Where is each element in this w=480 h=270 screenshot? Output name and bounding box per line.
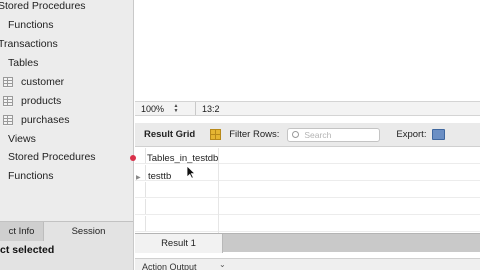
tree-item-stored-procedures[interactable]: Stored Procedures [0, 0, 86, 15]
tree-item-table-products[interactable]: products [3, 92, 61, 110]
tab-label: ct Info [8, 226, 35, 237]
grid-icon[interactable] [210, 129, 222, 140]
tree-item-label: Functions [8, 170, 54, 182]
column-divider [218, 148, 219, 233]
tab-session[interactable]: Session [44, 222, 133, 241]
tree-item-label: Stored Procedures [0, 0, 86, 12]
object-status-text: ct selected [0, 244, 55, 256]
row-gutter [135, 199, 146, 214]
result-grid-label: Result Grid [144, 129, 196, 140]
table-row-empty [135, 182, 480, 198]
table-row-empty [135, 199, 480, 215]
action-output-label[interactable]: Action Output [142, 262, 197, 270]
filter-search-box[interactable] [287, 127, 381, 142]
row-gutter [135, 148, 146, 163]
tree-item-label: Functions [8, 19, 54, 31]
table-cell[interactable]: testtb [148, 171, 171, 182]
error-marker-icon [130, 155, 136, 161]
tab-label: Result 1 [161, 238, 196, 249]
chevron-down-icon: ▼ [173, 107, 179, 114]
table-row-empty [135, 216, 480, 232]
result-tab-bar: Result 1 [135, 233, 480, 253]
sql-editor[interactable] [135, 0, 480, 101]
tree-item-functions[interactable]: Functions [8, 16, 54, 34]
tree-item-stored-procedures-2[interactable]: Stored Procedures [8, 148, 96, 166]
tree-item-label: purchases [21, 114, 70, 126]
row-pointer-icon: ▶ [136, 175, 141, 181]
export-label: Export: [396, 129, 427, 140]
tab-label: Session [71, 226, 106, 237]
row-gutter [135, 216, 146, 231]
tree-item-views[interactable]: Views [8, 130, 36, 148]
table-icon [3, 76, 13, 88]
filter-search-input[interactable] [304, 129, 375, 140]
export-icon[interactable] [432, 129, 446, 140]
result-toolbar: Result Grid Filter Rows: Export: [135, 123, 480, 147]
chevron-down-icon[interactable]: ⌄ [219, 260, 226, 269]
tree-item-label: Tables [8, 57, 39, 69]
zoom-level: 100% [141, 103, 165, 114]
tree-item-table-purchases[interactable]: purchases [3, 111, 69, 129]
action-output-panel: Action Output ⌄ [135, 258, 480, 270]
tree-item-label: Transactions [0, 38, 58, 50]
search-icon [292, 131, 300, 138]
cursor-position: 13:2 [195, 102, 220, 115]
zoom-stepper[interactable]: ▲ ▼ [171, 103, 181, 114]
table-icon [3, 95, 13, 107]
object-info-panel: ct Info Session ct selected [0, 221, 133, 270]
tree-item-functions-2[interactable]: Functions [8, 167, 54, 185]
tree-item-table-customer[interactable]: customer [3, 73, 64, 91]
result-grid[interactable]: Tables_in_testdb [135, 148, 480, 233]
row-gutter [135, 182, 146, 197]
tree-item-transactions[interactable]: Transactions [0, 35, 58, 53]
tab-object-info[interactable]: ct Info [0, 222, 44, 241]
grid-header-row: Tables_in_testdb [135, 148, 480, 164]
info-panel-tabs: ct Info Session [0, 222, 133, 241]
tree-item-label: products [21, 95, 62, 107]
tree-item-label: Views [8, 133, 36, 145]
tree-item-label: customer [21, 76, 65, 88]
mouse-pointer-icon [186, 165, 196, 179]
tree-item-tables[interactable]: Tables [8, 54, 38, 72]
column-header[interactable]: Tables_in_testdb [147, 153, 218, 164]
tree-item-label: Stored Procedures [8, 151, 96, 163]
table-icon [3, 114, 13, 126]
editor-status-bar: 100% ▲ ▼ 13:2 [135, 101, 480, 116]
filter-rows-label: Filter Rows: [229, 129, 280, 140]
tab-result-1[interactable]: Result 1 [135, 234, 223, 253]
schema-navigator-sidebar: Stored Procedures Functions Transactions… [0, 0, 134, 270]
